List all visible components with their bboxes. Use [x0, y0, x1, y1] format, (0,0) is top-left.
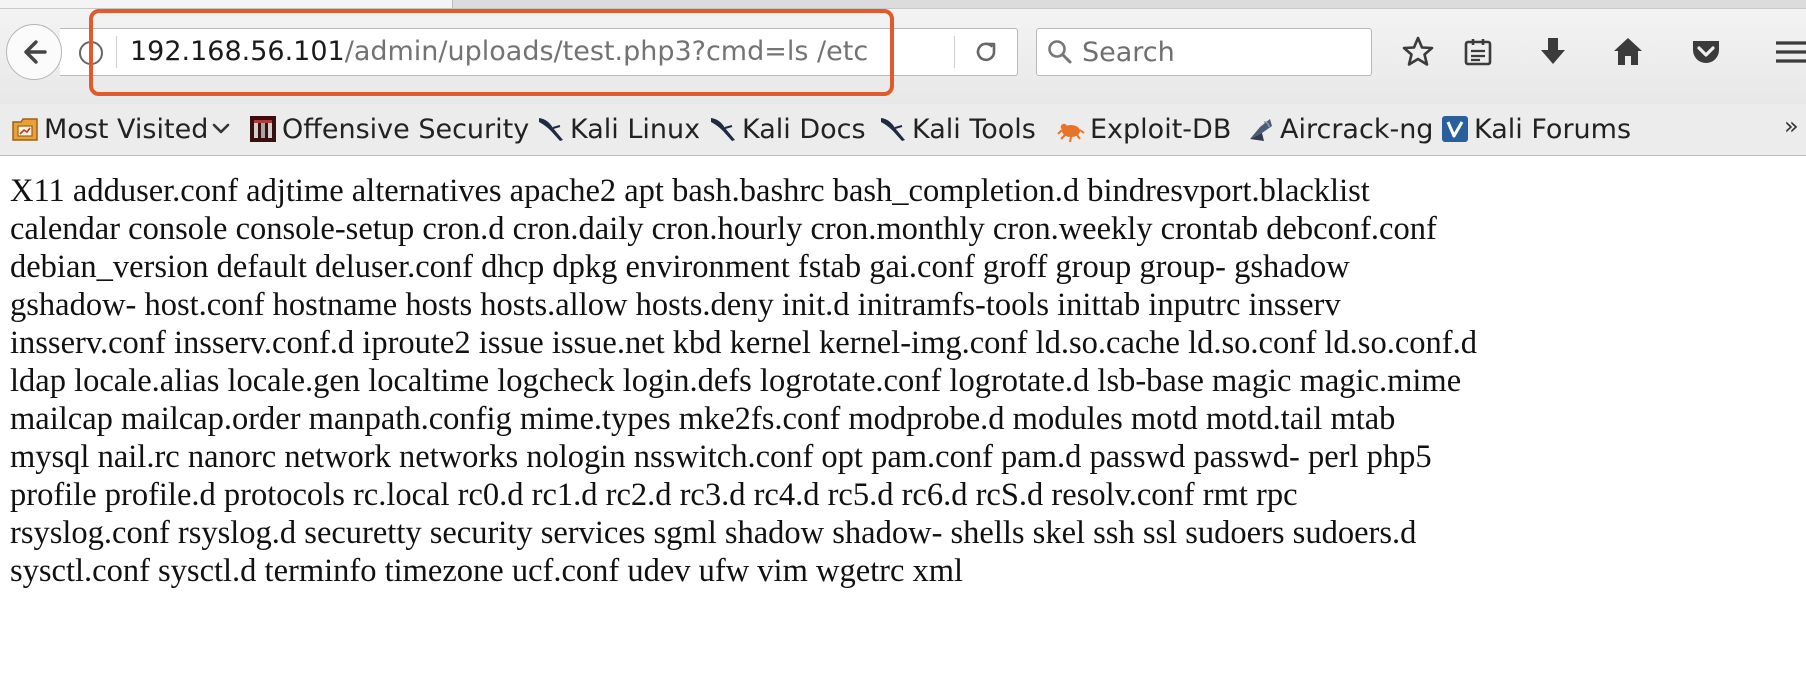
bookmark-label: Offensive Security: [282, 113, 530, 145]
most-visited-icon: [10, 114, 40, 144]
active-tab-edge[interactable]: [0, 0, 453, 8]
kali-dragon-icon: [878, 114, 908, 144]
menu-icon[interactable]: [1770, 34, 1806, 70]
bookmark-label: Kali Forums: [1474, 113, 1632, 145]
kali-dragon-icon: [708, 114, 738, 144]
pocket-icon[interactable]: [1688, 34, 1724, 70]
kali-dragon-icon: [536, 114, 566, 144]
back-button[interactable]: [6, 24, 62, 80]
chevron-down-icon: [213, 123, 230, 134]
output-line: sysctl.conf sysctl.d terminfo timezone u…: [10, 553, 964, 589]
bookmark-most-visited[interactable]: Most Visited: [10, 106, 232, 152]
command-output: X11 adduser.conf adjtime alternatives ap…: [10, 172, 1806, 590]
output-line: rsyslog.conf rsyslog.d securetty securit…: [10, 515, 1417, 551]
bookmark-kali-linux[interactable]: Kali Linux: [536, 106, 700, 152]
bookmark-offensive-security[interactable]: Offensive Security: [248, 106, 529, 152]
url-highlight-annotation: [89, 9, 894, 96]
bookmark-label: Exploit-DB: [1090, 113, 1232, 145]
search-icon: [1046, 38, 1074, 66]
offensive-security-icon: [248, 114, 278, 144]
bookmark-kali-forums[interactable]: Kali Forums: [1440, 106, 1631, 152]
home-icon[interactable]: [1610, 34, 1646, 70]
exploit-db-icon: [1056, 114, 1086, 144]
star-icon[interactable]: [1400, 34, 1436, 70]
output-line: debian_version default deluser.conf dhcp…: [10, 249, 1350, 285]
search-input[interactable]: [1082, 32, 1362, 72]
bookmark-label: Most Visited: [44, 113, 209, 145]
bookmark-label: Kali Linux: [570, 113, 701, 145]
output-line: calendar console console-setup cron.d cr…: [10, 211, 1437, 247]
output-line: profile profile.d protocols rc.local rc0…: [10, 477, 1298, 513]
reading-list-icon[interactable]: [1460, 34, 1496, 70]
output-line: mailcap mailcap.order manpath.config mim…: [10, 401, 1396, 437]
reload-icon[interactable]: [972, 38, 1000, 66]
back-arrow-icon: [24, 40, 47, 64]
aircrack-icon: [1246, 114, 1276, 144]
output-line: ldap locale.alias locale.gen localtime l…: [10, 363, 1462, 399]
bookmark-kali-docs[interactable]: Kali Docs: [708, 106, 866, 152]
download-icon[interactable]: [1535, 34, 1571, 70]
bookmark-kali-tools[interactable]: Kali Tools: [878, 106, 1036, 152]
output-line: insserv.conf insserv.conf.d iproute2 iss…: [10, 325, 1477, 361]
output-line: gshadow- host.conf hostname hosts hosts.…: [10, 287, 1341, 323]
bookmark-aircrack-ng[interactable]: Aircrack-ng: [1246, 106, 1433, 152]
output-line: mysql nail.rc nanorc network networks no…: [10, 439, 1432, 475]
bookmarks-overflow-chevron[interactable]: »: [1784, 112, 1799, 140]
kali-forums-icon: [1440, 114, 1470, 144]
bookmark-label: Kali Docs: [742, 113, 866, 145]
bookmark-label: Kali Tools: [912, 113, 1036, 145]
url-reload-divider: [954, 36, 955, 68]
bookmark-exploit-db[interactable]: Exploit-DB: [1056, 106, 1231, 152]
bookmark-label: Aircrack-ng: [1280, 113, 1434, 145]
output-line: X11 adduser.conf adjtime alternatives ap…: [10, 173, 1370, 209]
